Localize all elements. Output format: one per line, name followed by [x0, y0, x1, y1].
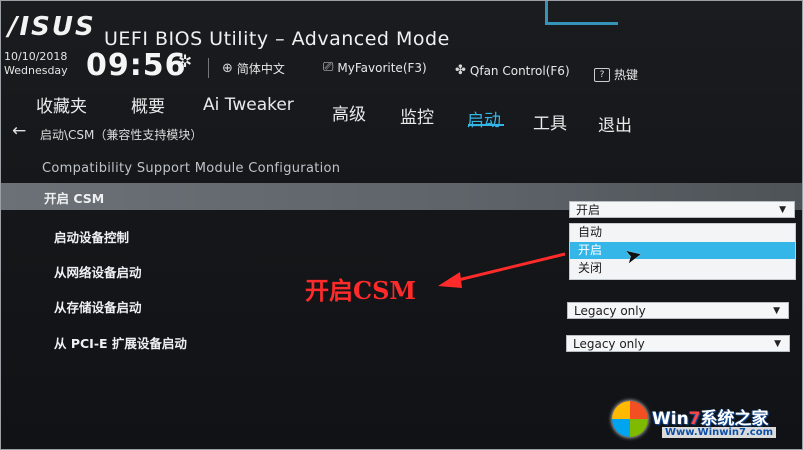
- weekday-text: Wednesday: [4, 64, 68, 77]
- corner-decoration: [545, 0, 618, 25]
- tab-tool[interactable]: 工具: [533, 109, 567, 134]
- language-label: 简体中文: [236, 62, 285, 76]
- boot-from-pcie-select[interactable]: Legacy only ▼: [566, 335, 790, 352]
- setting-launch-csm[interactable]: 开启 CSM: [44, 188, 104, 207]
- annotation-arrow-head: [438, 272, 462, 288]
- clock: 09:56: [86, 48, 187, 83]
- date-display: 10/10/2018 Wednesday: [4, 50, 68, 78]
- dropdown-option-enabled[interactable]: 开启: [570, 242, 795, 259]
- boot-from-storage-select[interactable]: Legacy only ▼: [567, 302, 789, 319]
- date-text: 10/10/2018: [4, 50, 68, 63]
- qfan-label: Qfan Control(F6): [469, 63, 570, 78]
- setting-boot-device-control[interactable]: 启动设备控制: [54, 227, 129, 246]
- app-title: UEFI BIOS Utility – Advanced Mode: [104, 28, 450, 50]
- watermark-brand-prefix: Win: [652, 409, 689, 429]
- hotkey-button[interactable]: ? 热键: [594, 66, 638, 83]
- setting-boot-from-storage[interactable]: 从存储设备启动: [54, 297, 142, 316]
- annotation-label: 开启CSM: [305, 276, 416, 305]
- qfan-button[interactable]: ✤ Qfan Control(F6): [455, 63, 570, 78]
- fan-icon: ✤: [455, 63, 466, 78]
- tab-overview[interactable]: 概要: [131, 92, 165, 117]
- watermark-brand: Win7系统之家: [652, 404, 769, 429]
- chevron-down-icon: ▼: [779, 205, 786, 215]
- gear-icon[interactable]: ✲: [178, 52, 192, 72]
- tab-favorites[interactable]: 收藏夹: [36, 92, 87, 117]
- csm-dropdown-list: 自动 开启 关闭: [569, 223, 796, 280]
- asus-logo: /ISUS: [8, 12, 96, 42]
- tab-ai-tweaker[interactable]: Ai Tweaker: [203, 95, 294, 115]
- dropdown-option-auto[interactable]: 自动: [570, 224, 795, 241]
- chevron-down-icon: ▼: [773, 306, 780, 316]
- back-arrow-icon[interactable]: ←: [12, 121, 26, 141]
- myfavorite-label: MyFavorite(F3): [337, 60, 427, 75]
- tab-monitor[interactable]: 监控: [400, 103, 434, 128]
- bios-screen: /ISUS UEFI BIOS Utility – Advanced Mode …: [0, 0, 803, 450]
- watermark-url: Www.Winwin7.com: [662, 427, 777, 438]
- annotation-arrow: [438, 252, 566, 288]
- myfavorite-button[interactable]: ⎚ MyFavorite(F3): [323, 60, 427, 75]
- breadcrumb: 启动\CSM（兼容性支持模块）: [40, 128, 203, 142]
- dropdown-option-disabled[interactable]: 关闭: [570, 260, 795, 277]
- help-icon: ?: [594, 67, 610, 82]
- boot-from-storage-value: Legacy only: [574, 304, 646, 318]
- favorite-icon: ⎚: [323, 60, 334, 75]
- launch-csm-select[interactable]: 开启 ▼: [569, 201, 795, 218]
- globe-icon: ⊕: [222, 61, 233, 76]
- section-title: Compatibility Support Module Configurati…: [42, 161, 341, 176]
- language-button[interactable]: ⊕ 简体中文: [222, 60, 285, 77]
- tab-boot[interactable]: 启动: [467, 106, 501, 131]
- setting-boot-from-pcie[interactable]: 从 PCI-E 扩展设备启动: [54, 333, 187, 352]
- setting-boot-from-network[interactable]: 从网络设备启动: [54, 262, 142, 281]
- active-tab-indicator: [468, 124, 504, 126]
- annotation-arrow-shaft: [449, 252, 566, 284]
- chevron-down-icon: ▼: [774, 339, 781, 349]
- hotkey-label: 热键: [614, 68, 639, 82]
- header-divider: [208, 58, 209, 78]
- watermark-brand-seven: 7: [688, 409, 701, 429]
- tab-exit[interactable]: 退出: [598, 111, 632, 136]
- windows-logo-icon: [612, 401, 648, 437]
- watermark-brand-suffix: 系统之家: [700, 409, 769, 429]
- boot-from-pcie-value: Legacy only: [573, 337, 645, 351]
- tab-advanced[interactable]: 高级: [332, 100, 366, 125]
- launch-csm-value: 开启: [576, 203, 601, 217]
